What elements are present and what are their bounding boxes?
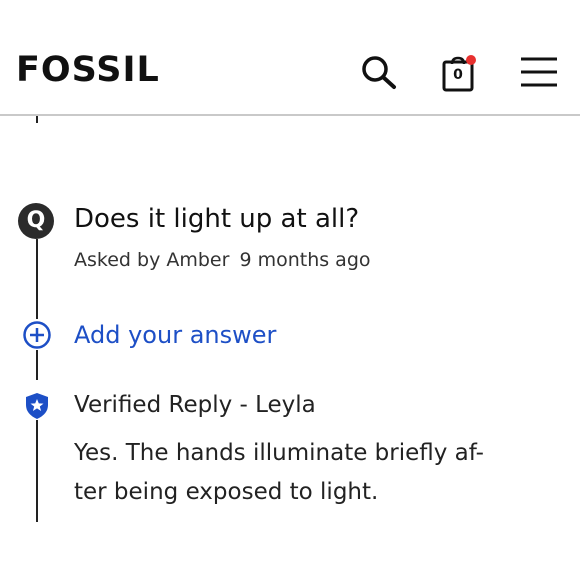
- question-badge: Q: [18, 203, 54, 239]
- qa-page: FOSSIL 0 Q Does it light up at all? Aske…: [0, 0, 580, 580]
- question-badge-letter: Q: [26, 208, 46, 233]
- reply-title: Verified Reply - Leyla: [74, 392, 316, 418]
- search-icon: [362, 56, 396, 89]
- search-button[interactable]: [358, 54, 400, 90]
- timeline-line: [36, 239, 38, 319]
- add-answer-link[interactable]: Add your answer: [74, 321, 276, 349]
- reply-body: Yes. The hands illuminate briefly af- te…: [74, 434, 554, 512]
- question-time: 9 months ago: [239, 249, 371, 271]
- brand-logo[interactable]: FOSSIL: [16, 50, 160, 90]
- timeline-line-top: [36, 116, 38, 123]
- cart-count: 0: [453, 67, 463, 83]
- cart-button[interactable]: 0: [440, 54, 480, 94]
- timeline-line: [36, 350, 38, 380]
- asked-by: Asked by Amber: [74, 249, 230, 271]
- menu-button[interactable]: [519, 55, 559, 89]
- hamburger-menu-icon: [521, 57, 557, 87]
- timeline-line: [36, 420, 38, 522]
- add-circle-icon[interactable]: [22, 320, 52, 350]
- reply-line: Yes. The hands illuminate briefly af-: [74, 440, 484, 466]
- verified-shield-icon: [26, 393, 48, 419]
- question-text: Does it light up at all?: [74, 204, 360, 234]
- reply-line: ter being exposed to light.: [74, 479, 379, 505]
- question-meta: Asked by Amber 9 months ago: [74, 249, 371, 271]
- site-header: FOSSIL 0: [0, 0, 580, 116]
